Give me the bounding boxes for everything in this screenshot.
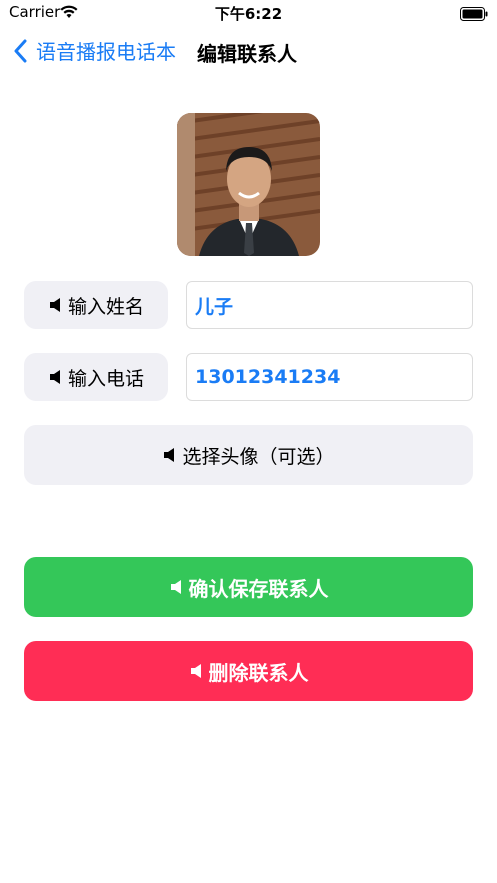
avatar[interactable] — [177, 113, 320, 256]
speaker-icon — [49, 298, 60, 312]
choose-avatar-label: 选择头像（可选） — [182, 445, 335, 468]
save-label: 确认保存联系人 — [188, 576, 329, 601]
delete-label: 删除联系人 — [208, 660, 309, 685]
speaker-icon — [170, 580, 181, 594]
name-label: 输入姓名 — [67, 295, 144, 318]
name-input[interactable]: 儿子 — [186, 281, 473, 329]
save-contact-button[interactable]: 确认保存联系人 — [24, 557, 473, 617]
speaker-icon — [190, 664, 201, 678]
speak-name-button[interactable]: 输入姓名 — [24, 281, 168, 329]
status-bar: Carrier 下午6:22 — [0, 0, 497, 26]
phone-input[interactable]: 13012341234 — [186, 353, 473, 401]
phone-value: 13012341234 — [195, 366, 341, 388]
speak-phone-button[interactable]: 输入电话 — [24, 353, 168, 401]
back-chevron-icon — [14, 39, 27, 62]
back-button[interactable]: 语音播报电话本 — [14, 36, 176, 65]
page-title: 编辑联系人 — [197, 42, 297, 66]
delete-contact-button[interactable]: 删除联系人 — [24, 641, 473, 701]
clock: 下午6:22 — [214, 5, 283, 23]
back-label: 语音播报电话本 — [36, 40, 176, 64]
choose-avatar-button[interactable]: 选择头像（可选） — [24, 425, 473, 485]
phone-label: 输入电话 — [67, 367, 144, 390]
battery-icon — [460, 6, 488, 25]
navigation-bar: 语音播报电话本 编辑联系人 — [0, 26, 497, 76]
speaker-icon — [49, 370, 60, 384]
speaker-icon — [164, 448, 175, 462]
name-value: 儿子 — [195, 295, 234, 318]
